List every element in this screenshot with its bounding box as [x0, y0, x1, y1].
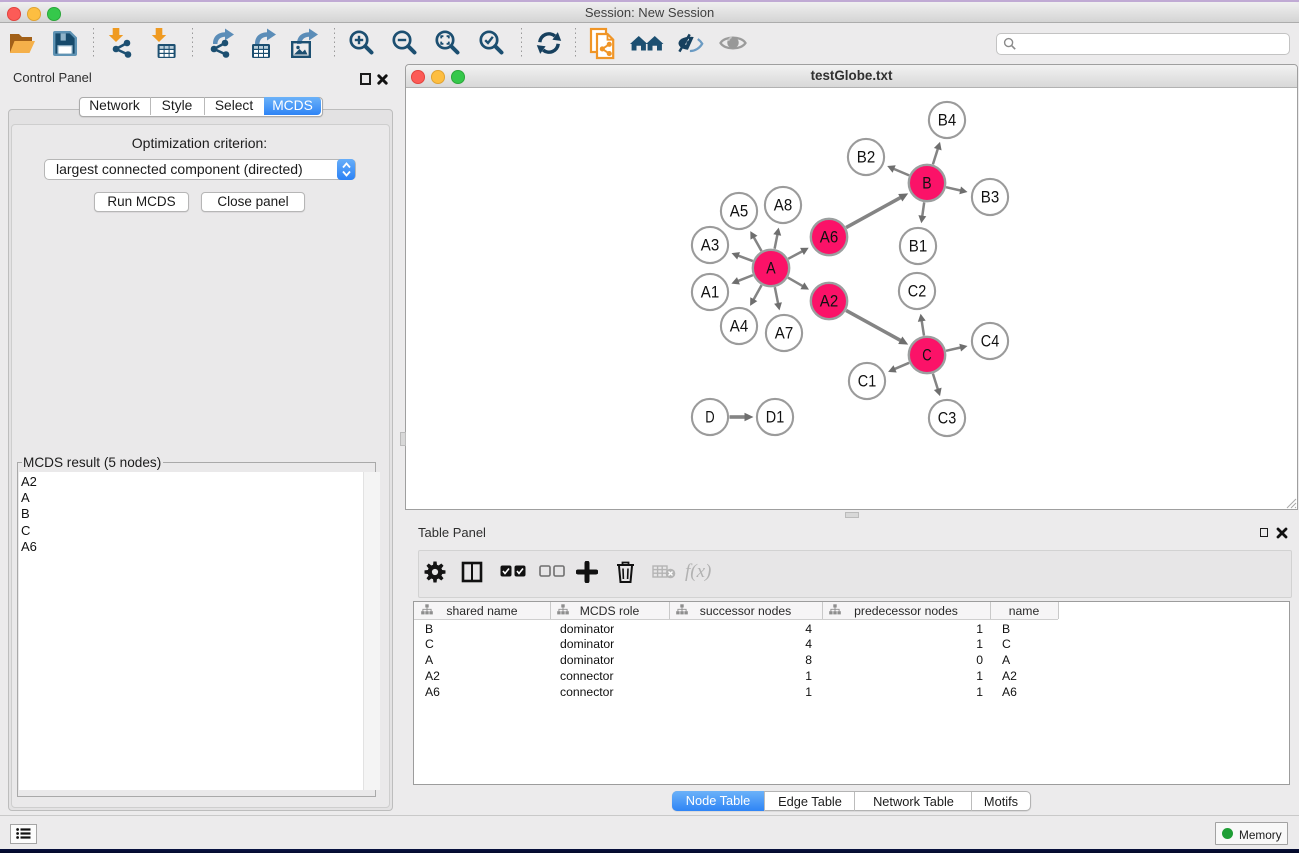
svg-text:C2: C2: [908, 282, 926, 301]
svg-text:A8: A8: [774, 196, 792, 215]
svg-text:B: B: [922, 174, 931, 193]
svg-text:B2: B2: [857, 148, 875, 167]
svg-text:A6: A6: [820, 228, 838, 247]
svg-text:A3: A3: [701, 236, 719, 255]
svg-text:B3: B3: [981, 188, 999, 207]
svg-text:A5: A5: [730, 202, 748, 221]
svg-text:D1: D1: [766, 408, 784, 427]
svg-text:A2: A2: [820, 292, 838, 311]
svg-text:C: C: [922, 346, 931, 365]
svg-text:A1: A1: [701, 283, 719, 302]
svg-text:B1: B1: [909, 237, 927, 256]
svg-text:D: D: [705, 408, 714, 427]
svg-text:A7: A7: [775, 324, 793, 343]
svg-text:C3: C3: [938, 409, 956, 428]
svg-text:A4: A4: [730, 317, 748, 336]
svg-text:C1: C1: [858, 372, 876, 391]
svg-text:C4: C4: [981, 332, 999, 351]
svg-text:B4: B4: [938, 111, 956, 130]
svg-text:A: A: [766, 259, 776, 278]
